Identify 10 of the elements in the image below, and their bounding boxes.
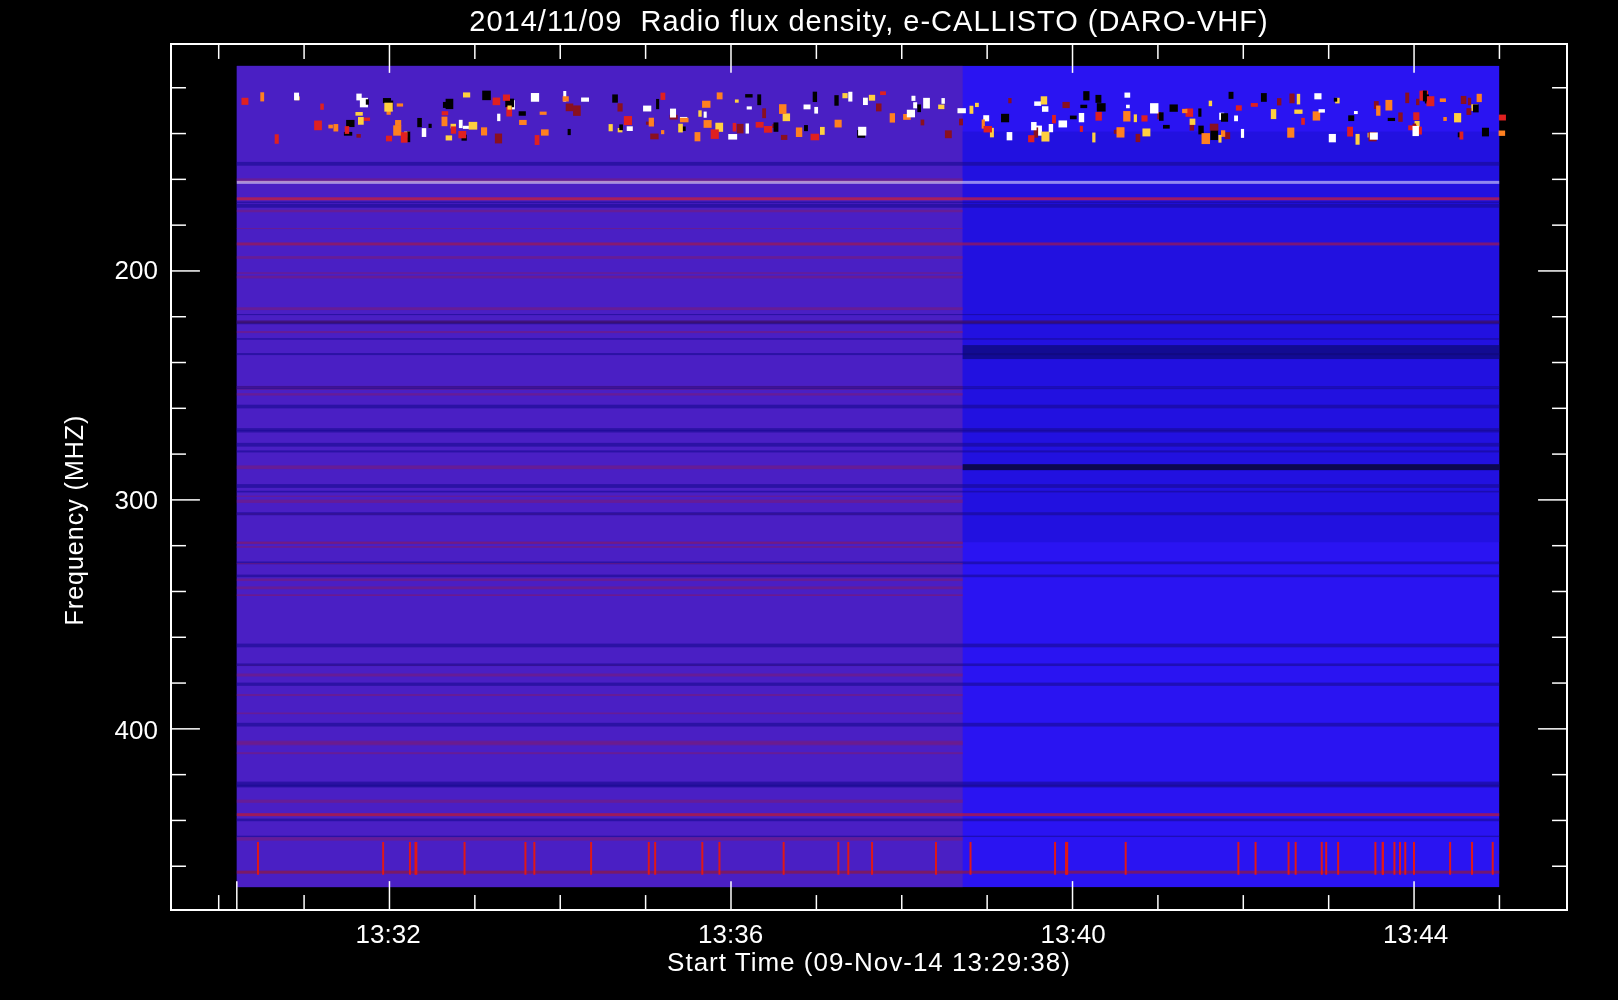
tick-label: 13:44 — [1383, 919, 1449, 950]
tick-label: 300 — [114, 484, 158, 516]
plot-title: 2014/11/09 Radio flux density, e-CALLISTO (DARO-VHF) — [469, 5, 1269, 38]
tick-label: 200 — [114, 254, 158, 286]
axis-label: Frequency (MHZ) — [59, 414, 89, 626]
tick-label: 400 — [114, 714, 158, 746]
tick-label: 13:36 — [698, 919, 764, 950]
axis-label: Start Time (09-Nov-14 13:29:38) — [667, 947, 1071, 978]
tick-label: 13:40 — [1040, 919, 1106, 950]
tick-label: 13:32 — [355, 919, 421, 950]
